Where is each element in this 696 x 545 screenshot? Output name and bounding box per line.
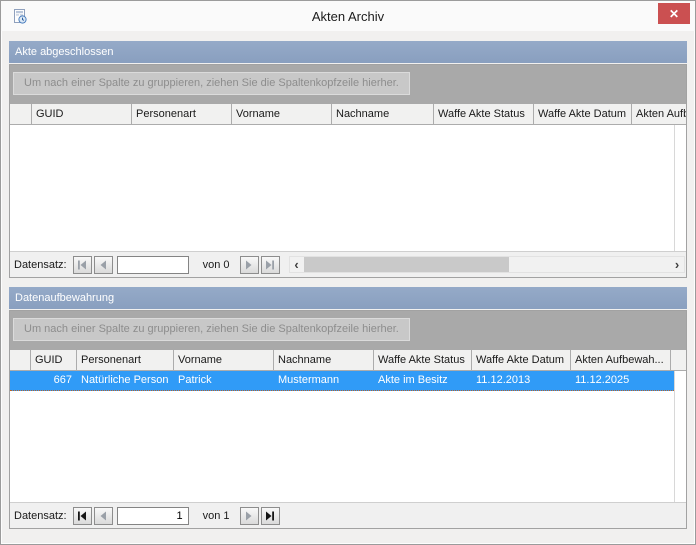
scrollbar-track[interactable] [304,257,670,272]
panel-header-akte-abgeschlossen: Akte abgeschlossen [9,41,687,63]
nav-first-button[interactable] [73,256,92,274]
record-count-label: von 1 [203,510,230,522]
grid-datenaufbewahrung: Um nach einer Spalte zu gruppieren, zieh… [9,310,687,529]
column-header-akten-aufbewahrung[interactable]: Akten Aufb [632,104,686,125]
record-number-input[interactable] [117,507,189,525]
table-row-selected[interactable]: 667 Natürliche Person Patrick Mustermann… [10,371,674,391]
dialog-content: Akte abgeschlossen Um nach einer Spalte … [1,41,695,529]
record-number-input[interactable] [117,256,189,274]
data-area-1 [10,125,686,251]
row-indicator-header [10,350,31,371]
column-header-waffe-akte-status[interactable]: Waffe Akte Status [434,104,534,125]
group-by-hint-2: Um nach einer Spalte zu gruppieren, zieh… [13,318,410,341]
record-navigator-2: Datensatz: von 1 [10,502,686,528]
group-by-panel-1[interactable]: Um nach einer Spalte zu gruppieren, zieh… [10,65,686,104]
row-indicator-cell [10,371,31,390]
scrollbar-thumb[interactable] [304,257,509,272]
data-area-2: 667 Natürliche Person Patrick Mustermann… [10,371,686,502]
akten-archiv-window: Akten Archiv ✕ Akte abgeschlossen Um nac… [0,0,696,545]
group-by-hint-1: Um nach einer Spalte zu gruppieren, zieh… [13,72,410,95]
column-header-guid[interactable]: GUID [31,350,77,371]
archive-document-icon [11,8,28,25]
cell-akten-aufbewahrung: 11.12.2025 [571,371,671,390]
vertical-scrollbar-strip-2[interactable] [674,371,686,502]
cell-waffe-akte-status: Akte im Besitz [374,371,472,390]
vertical-scrollbar-strip-1[interactable] [674,125,686,251]
column-header-guid[interactable]: GUID [32,104,132,125]
close-icon: ✕ [669,7,679,21]
scroll-right-icon[interactable]: › [670,257,684,272]
empty-rows-region [10,125,674,251]
horizontal-scrollbar[interactable]: ‹ › [289,256,685,273]
column-header-waffe-akte-status[interactable]: Waffe Akte Status [374,350,472,371]
nav-last-button[interactable] [261,256,280,274]
cell-vorname: Patrick [174,371,274,390]
cell-waffe-akte-datum: 11.12.2013 [472,371,571,390]
cell-nachname: Mustermann [274,371,374,390]
record-navigator-label: Datensatz: [14,510,67,522]
record-count-label: von 0 [203,259,230,271]
column-header-filler [671,350,686,371]
nav-prev-button[interactable] [94,507,113,525]
titlebar: Akten Archiv ✕ [1,1,695,31]
scroll-left-icon[interactable]: ‹ [290,257,304,272]
group-by-panel-2[interactable]: Um nach einer Spalte zu gruppieren, zieh… [10,311,686,350]
column-header-waffe-akte-datum[interactable]: Waffe Akte Datum [472,350,571,371]
nav-prev-button[interactable] [94,256,113,274]
column-header-nachname[interactable]: Nachname [274,350,374,371]
column-headers-2: GUID Personenart Vorname Nachname Waffe … [10,350,686,371]
close-button[interactable]: ✕ [658,3,690,24]
column-header-vorname[interactable]: Vorname [174,350,274,371]
record-navigator-1: Datensatz: von 0 ‹ [10,251,686,277]
nav-next-button[interactable] [240,507,259,525]
record-navigator-label: Datensatz: [14,259,67,271]
cell-personenart: Natürliche Person [77,371,174,390]
nav-next-button[interactable] [240,256,259,274]
cell-guid: 667 [31,371,77,390]
column-header-personenart[interactable]: Personenart [77,350,174,371]
panel-header-datenaufbewahrung: Datenaufbewahrung [9,287,687,309]
nav-first-button[interactable] [73,507,92,525]
column-header-waffe-akte-datum[interactable]: Waffe Akte Datum [534,104,632,125]
column-header-personenart[interactable]: Personenart [132,104,232,125]
nav-last-button[interactable] [261,507,280,525]
rows-region: 667 Natürliche Person Patrick Mustermann… [10,371,674,502]
grid-akte-abgeschlossen: Um nach einer Spalte zu gruppieren, zieh… [9,64,687,278]
column-header-nachname[interactable]: Nachname [332,104,434,125]
column-header-vorname[interactable]: Vorname [232,104,332,125]
row-indicator-header [10,104,32,125]
window-title: Akten Archiv [312,9,384,24]
column-header-akten-aufbewahrung[interactable]: Akten Aufbewah... [571,350,671,371]
column-headers-1: GUID Personenart Vorname Nachname Waffe … [10,104,686,125]
